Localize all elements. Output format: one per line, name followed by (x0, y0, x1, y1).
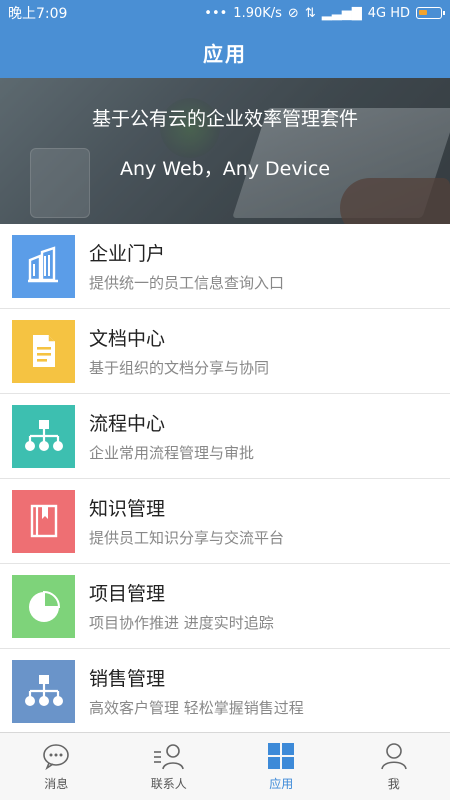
alarm-off-icon: ⊘ (287, 5, 299, 21)
tab-label: 联系人 (150, 777, 187, 791)
apps-grid-icon (264, 741, 298, 771)
dots-icon: ••• (204, 5, 228, 21)
app-name: 销售管理 (89, 668, 166, 690)
app-item-workflow[interactable]: 流程中心 企业常用流程管理与审批 (0, 394, 450, 479)
app-desc: 高效客户管理 轻松掌握销售过程 (89, 699, 304, 717)
banner-title: 基于公有云的企业效率管理套件 (91, 108, 358, 130)
status-bar: 晚上7:09 ••• 1.90K/s ⊘ ⇅ ▂▃▅▇ 4G HD (0, 0, 450, 26)
app-name: 知识管理 (89, 498, 166, 520)
app-desc: 提供统一的员工信息查询入口 (89, 274, 285, 292)
building-icon (12, 234, 75, 298)
app-item-portal[interactable]: 企业门户 提供统一的员工信息查询入口 (0, 224, 450, 309)
app-desc: 基于组织的文档分享与协同 (89, 359, 270, 377)
tab-me[interactable]: 我 (338, 733, 450, 800)
person-icon (377, 741, 411, 771)
app-item-knowledge[interactable]: 知识管理 提供员工知识分享与交流平台 (0, 479, 450, 564)
book-icon (12, 489, 75, 553)
tab-contacts[interactable]: 联系人 (113, 733, 226, 800)
flowchart-icon (12, 404, 75, 468)
app-name: 企业门户 (89, 243, 166, 265)
app-name: 流程中心 (89, 413, 166, 435)
app-item-projects[interactable]: 项目管理 项目协作推进 进度实时追踪 (0, 564, 450, 649)
app-item-sales[interactable]: 销售管理 高效客户管理 轻松掌握销售过程 (0, 649, 450, 734)
app-item-documents[interactable]: 文档中心 基于组织的文档分享与协同 (0, 309, 450, 394)
app-desc: 企业常用流程管理与审批 (89, 444, 255, 462)
org-chart-icon (12, 659, 75, 723)
status-right: ••• 1.90K/s ⊘ ⇅ ▂▃▅▇ 4G HD (204, 5, 445, 21)
status-time: 晚上7:09 (8, 6, 68, 22)
app-list: 企业门户 提供统一的员工信息查询入口 文档中心 基于组织的文档分享与协同 流程中… (0, 224, 450, 734)
banner-subtitle: Any Web，Any Device (119, 158, 331, 180)
app-desc: 项目协作推进 进度实时追踪 (89, 614, 274, 632)
net-speed: 1.90K/s (233, 5, 282, 21)
promo-banner[interactable]: 基于公有云的企业效率管理套件 Any Web，Any Device (0, 78, 450, 224)
battery-icon (416, 7, 445, 19)
chat-bubble-icon (39, 741, 73, 771)
tab-label: 我 (387, 777, 400, 791)
page-title: 应用 (0, 26, 450, 78)
pie-chart-icon (12, 574, 75, 638)
tab-label: 应用 (269, 777, 294, 791)
network-type: 4G HD (367, 5, 410, 21)
bottom-tab-bar: 消息 联系人 应用 我 (0, 732, 450, 800)
data-arrows-icon: ⇅ (304, 5, 316, 21)
contacts-icon (152, 741, 186, 771)
app-desc: 提供员工知识分享与交流平台 (89, 529, 285, 547)
app-name: 项目管理 (89, 583, 166, 605)
tab-messages[interactable]: 消息 (0, 733, 113, 800)
tab-apps[interactable]: 应用 (225, 733, 338, 800)
tab-label: 消息 (44, 777, 69, 791)
app-name: 文档中心 (89, 328, 166, 350)
document-icon (12, 319, 75, 383)
signal-icon: ▂▃▅▇ (321, 5, 362, 21)
